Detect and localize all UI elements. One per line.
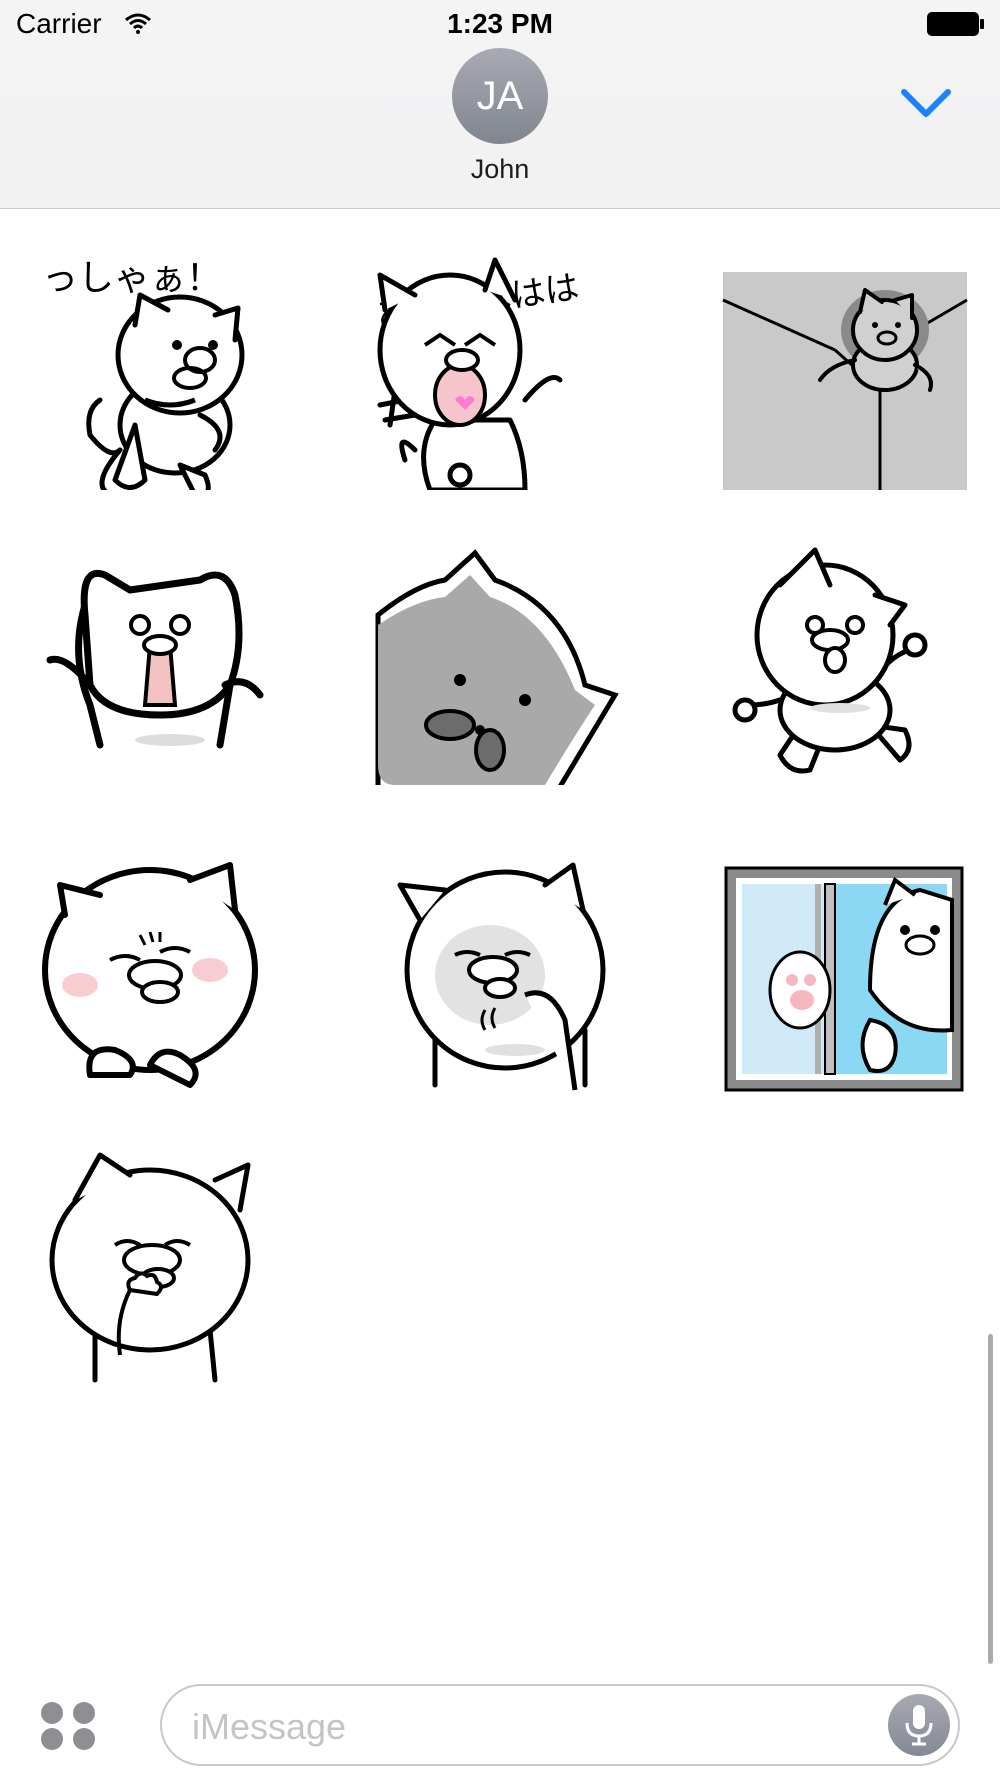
message-placeholder: iMessage (192, 1706, 347, 1747)
sticker-caption: っしゃぁ！ (42, 258, 222, 299)
chevron-down-icon[interactable] (898, 82, 954, 122)
cat-blushing-sticker[interactable] (30, 860, 280, 1100)
message-input[interactable]: iMessage (160, 1684, 960, 1766)
cat-laughing-sticker[interactable]: あははははは (374, 250, 625, 493)
cat-closeup-sticker[interactable] (375, 545, 625, 798)
cat-running-sticker[interactable] (720, 545, 970, 785)
microphone-glyph (905, 1705, 933, 1746)
cat-thinking-sticker[interactable] (375, 860, 625, 1100)
contact-avatar[interactable]: JA (452, 48, 548, 144)
contact-name[interactable]: John (0, 154, 1000, 185)
battery-icon (927, 12, 984, 36)
scrollbar[interactable] (988, 1334, 993, 1664)
status-bar: Carrier 1:23 PM (0, 0, 1000, 50)
microphone-icon[interactable] (888, 1694, 950, 1756)
app-drawer-icon[interactable] (38, 1700, 102, 1752)
cat-arms-up-sticker[interactable] (30, 545, 280, 785)
cat-wall-climb-sticker[interactable] (720, 250, 970, 490)
cat-window-sticker[interactable] (720, 860, 970, 1100)
cat-shouting-sticker[interactable]: っしゃぁ！ (30, 250, 280, 498)
cat-smirk-sticker[interactable] (30, 1150, 280, 1390)
clock: 1:23 PM (447, 8, 553, 39)
